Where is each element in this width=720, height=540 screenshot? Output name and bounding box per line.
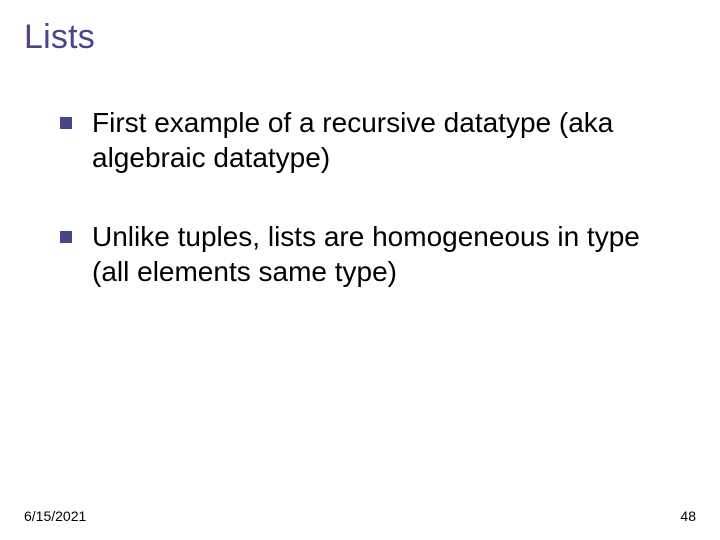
slide: Lists First example of a recursive datat…: [0, 0, 720, 540]
footer: 6/15/2021 48: [24, 508, 696, 524]
square-bullet-icon: [60, 117, 72, 129]
list-item: Unlike tuples, lists are homogeneous in …: [60, 219, 666, 289]
page-title: Lists: [24, 18, 696, 57]
bullet-text: Unlike tuples, lists are homogeneous in …: [92, 219, 666, 289]
bullet-text: First example of a recursive datatype (a…: [92, 105, 666, 175]
footer-page-number: 48: [680, 508, 696, 524]
bullet-list: First example of a recursive datatype (a…: [24, 105, 696, 289]
square-bullet-icon: [60, 231, 72, 243]
list-item: First example of a recursive datatype (a…: [60, 105, 666, 175]
footer-date: 6/15/2021: [24, 508, 86, 524]
